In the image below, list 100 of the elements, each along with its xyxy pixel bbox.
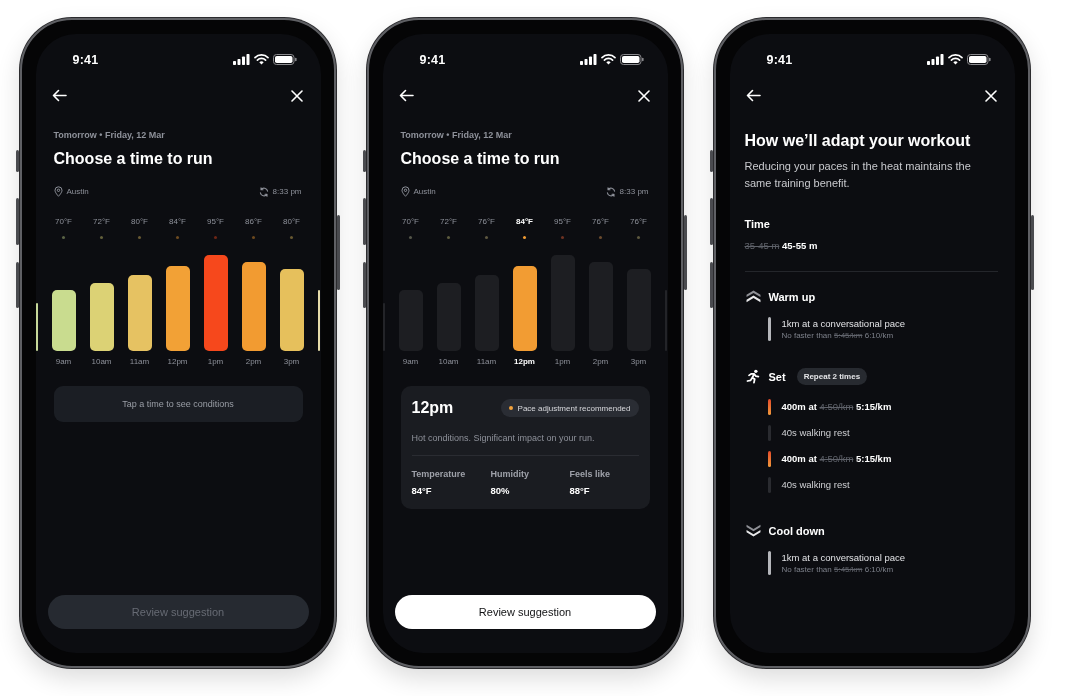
back-arrow-icon[interactable] — [398, 89, 414, 102]
step-text: 40s walking rest — [781, 426, 850, 439]
time-label: 1pm — [207, 355, 224, 367]
temperature-label: 70°F — [55, 215, 72, 227]
location-pin-icon — [400, 186, 410, 197]
stat-value: 88°F — [569, 485, 590, 497]
location-text: Austin — [413, 185, 436, 198]
time-label: 3pm — [283, 355, 300, 367]
review-button[interactable]: Review suggestion — [394, 594, 656, 629]
runner-icon — [745, 369, 761, 384]
side-button[interactable] — [710, 150, 713, 172]
temperature-label: 70°F — [402, 215, 419, 227]
temperature-bar[interactable] — [279, 269, 304, 351]
side-button[interactable] — [363, 150, 366, 172]
selected-time: 12pm — [411, 398, 454, 418]
status-dot-icon — [176, 235, 179, 239]
repeat-badge: Repeat 2 times — [796, 368, 868, 385]
stat-value: 84°F — [411, 485, 432, 497]
time-label: 10am — [91, 355, 112, 367]
stat-label: Humidity — [490, 468, 529, 480]
signal-icon — [926, 54, 944, 65]
temperature-label: 84°F — [169, 215, 186, 227]
battery-icon — [966, 54, 991, 65]
wifi-icon — [253, 54, 269, 65]
status-time: 9:41 — [766, 52, 793, 67]
screen-subtitle: Reducing your paces in the heat maintains the same training benefit. — [744, 159, 972, 191]
side-button[interactable] — [16, 198, 19, 245]
side-button[interactable] — [363, 262, 366, 308]
pace-limit-text: No faster than 5:45/km 6:10/km — [781, 563, 894, 575]
pace-limit-text: No faster than 5:45/km 6:10/km — [781, 329, 894, 341]
temperature-label: 76°F — [478, 215, 495, 227]
close-icon[interactable] — [984, 89, 997, 102]
back-arrow-icon[interactable] — [745, 89, 761, 102]
partial-bar — [317, 290, 320, 351]
close-icon[interactable] — [637, 89, 650, 102]
step-text: 1km at a conversational pace — [781, 316, 906, 330]
updated-time: 8:33 pm — [619, 185, 649, 198]
section-title: Cool down — [768, 523, 825, 538]
stat-value: 80% — [490, 485, 510, 497]
side-button[interactable] — [710, 198, 713, 245]
time-label: 9am — [402, 355, 419, 367]
side-button[interactable] — [16, 262, 19, 308]
pace-text: 400m at 4:50/km 5:15/km — [781, 400, 892, 413]
temperature-label: 86°F — [245, 215, 262, 227]
temperature-label: 84°F — [516, 215, 533, 227]
time-label: 11am — [476, 355, 497, 367]
status-dot-icon — [138, 235, 141, 239]
status-dot-icon — [290, 235, 293, 239]
partial-bar — [35, 303, 38, 351]
wifi-icon — [600, 54, 616, 65]
screen-title: How we’ll adapt your workout — [744, 130, 972, 151]
close-icon[interactable] — [290, 89, 303, 102]
temperature-label: 76°F — [630, 215, 647, 227]
status-dot-icon — [252, 235, 255, 239]
stat-label: Feels like — [569, 468, 611, 480]
battery-icon — [272, 54, 297, 65]
temperature-bar[interactable] — [127, 275, 152, 351]
back-arrow-icon[interactable] — [51, 89, 67, 102]
screen-title: Choose a time to run — [400, 148, 561, 169]
duration-text: 35-45 m 45-55 m — [744, 239, 818, 252]
time-label: 2pm — [592, 355, 609, 367]
date-text: Tomorrow • Friday, 12 Mar — [53, 128, 166, 141]
status-dot-icon — [214, 235, 217, 239]
refresh-icon — [258, 186, 269, 197]
stat-label: Temperature — [411, 468, 466, 480]
pace-text: 400m at 4:50/km 5:15/km — [781, 452, 892, 465]
temperature-label: 80°F — [131, 215, 148, 227]
temperature-label: 95°F — [207, 215, 224, 227]
time-label: 10am — [438, 355, 459, 367]
side-button[interactable] — [16, 150, 19, 172]
temperature-bar[interactable] — [89, 283, 114, 351]
time-label: 2pm — [245, 355, 262, 367]
recommendation-text: Pace adjustment recommended — [517, 403, 631, 413]
section-title: Warm up — [768, 289, 816, 304]
temperature-label: 72°F — [93, 215, 110, 227]
temperature-label: 76°F — [592, 215, 609, 227]
location-text: Austin — [66, 185, 89, 198]
step-text: 40s walking rest — [781, 478, 850, 491]
side-button[interactable] — [363, 198, 366, 245]
double-chevron-up-icon — [745, 290, 761, 303]
refresh-icon — [605, 186, 616, 197]
hint-text: Tap a time to see conditions — [122, 399, 234, 409]
status-dot-icon — [100, 235, 103, 239]
date-text: Tomorrow • Friday, 12 Mar — [400, 128, 513, 141]
location-pin-icon — [53, 186, 63, 197]
time-label: 3pm — [630, 355, 647, 367]
side-button[interactable] — [710, 262, 713, 308]
screen-title: Choose a time to run — [53, 148, 214, 169]
step-text: 1km at a conversational pace — [781, 550, 906, 564]
status-time: 9:41 — [419, 52, 446, 67]
status-dot-icon — [62, 235, 65, 239]
time-heading: Time — [744, 216, 771, 231]
temperature-label: 95°F — [554, 215, 571, 227]
signal-icon — [232, 54, 250, 65]
time-label: 12pm — [514, 355, 535, 367]
step-bar-icon — [767, 550, 771, 575]
temperature-bar[interactable] — [51, 290, 76, 351]
step-bar-icon — [767, 450, 771, 467]
time-label: 1pm — [554, 355, 571, 367]
wifi-icon — [947, 54, 963, 65]
